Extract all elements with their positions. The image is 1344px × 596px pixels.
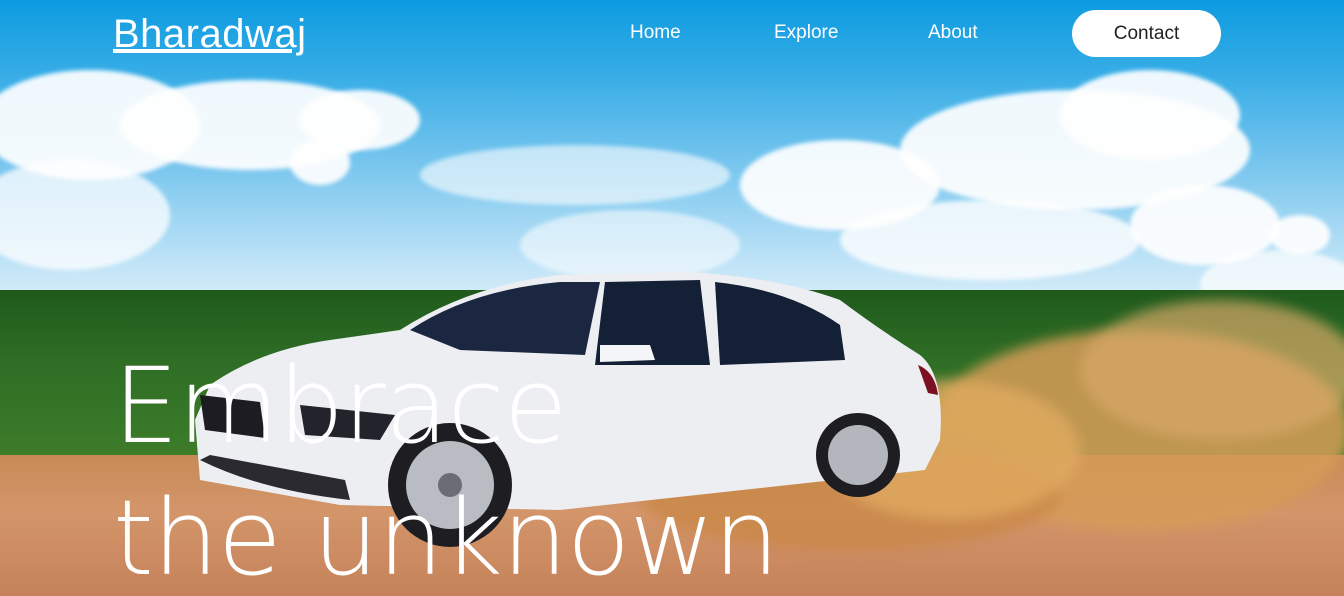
- hero-section: Bharadwaj Home Explore About Contact Emb…: [0, 0, 1344, 596]
- hero-headline-line2: the unknown: [113, 477, 779, 596]
- brand-logo[interactable]: Bharadwaj: [113, 12, 307, 57]
- top-navbar: Bharadwaj Home Explore About Contact: [0, 0, 1344, 70]
- nav-link-about[interactable]: About: [928, 22, 978, 44]
- hero-headline-line1: Embrace: [113, 345, 568, 467]
- contact-button[interactable]: Contact: [1072, 10, 1221, 57]
- hero-headline: Embrace the unknown: [113, 340, 779, 596]
- nav-link-explore[interactable]: Explore: [774, 22, 838, 44]
- nav-link-home[interactable]: Home: [630, 22, 681, 44]
